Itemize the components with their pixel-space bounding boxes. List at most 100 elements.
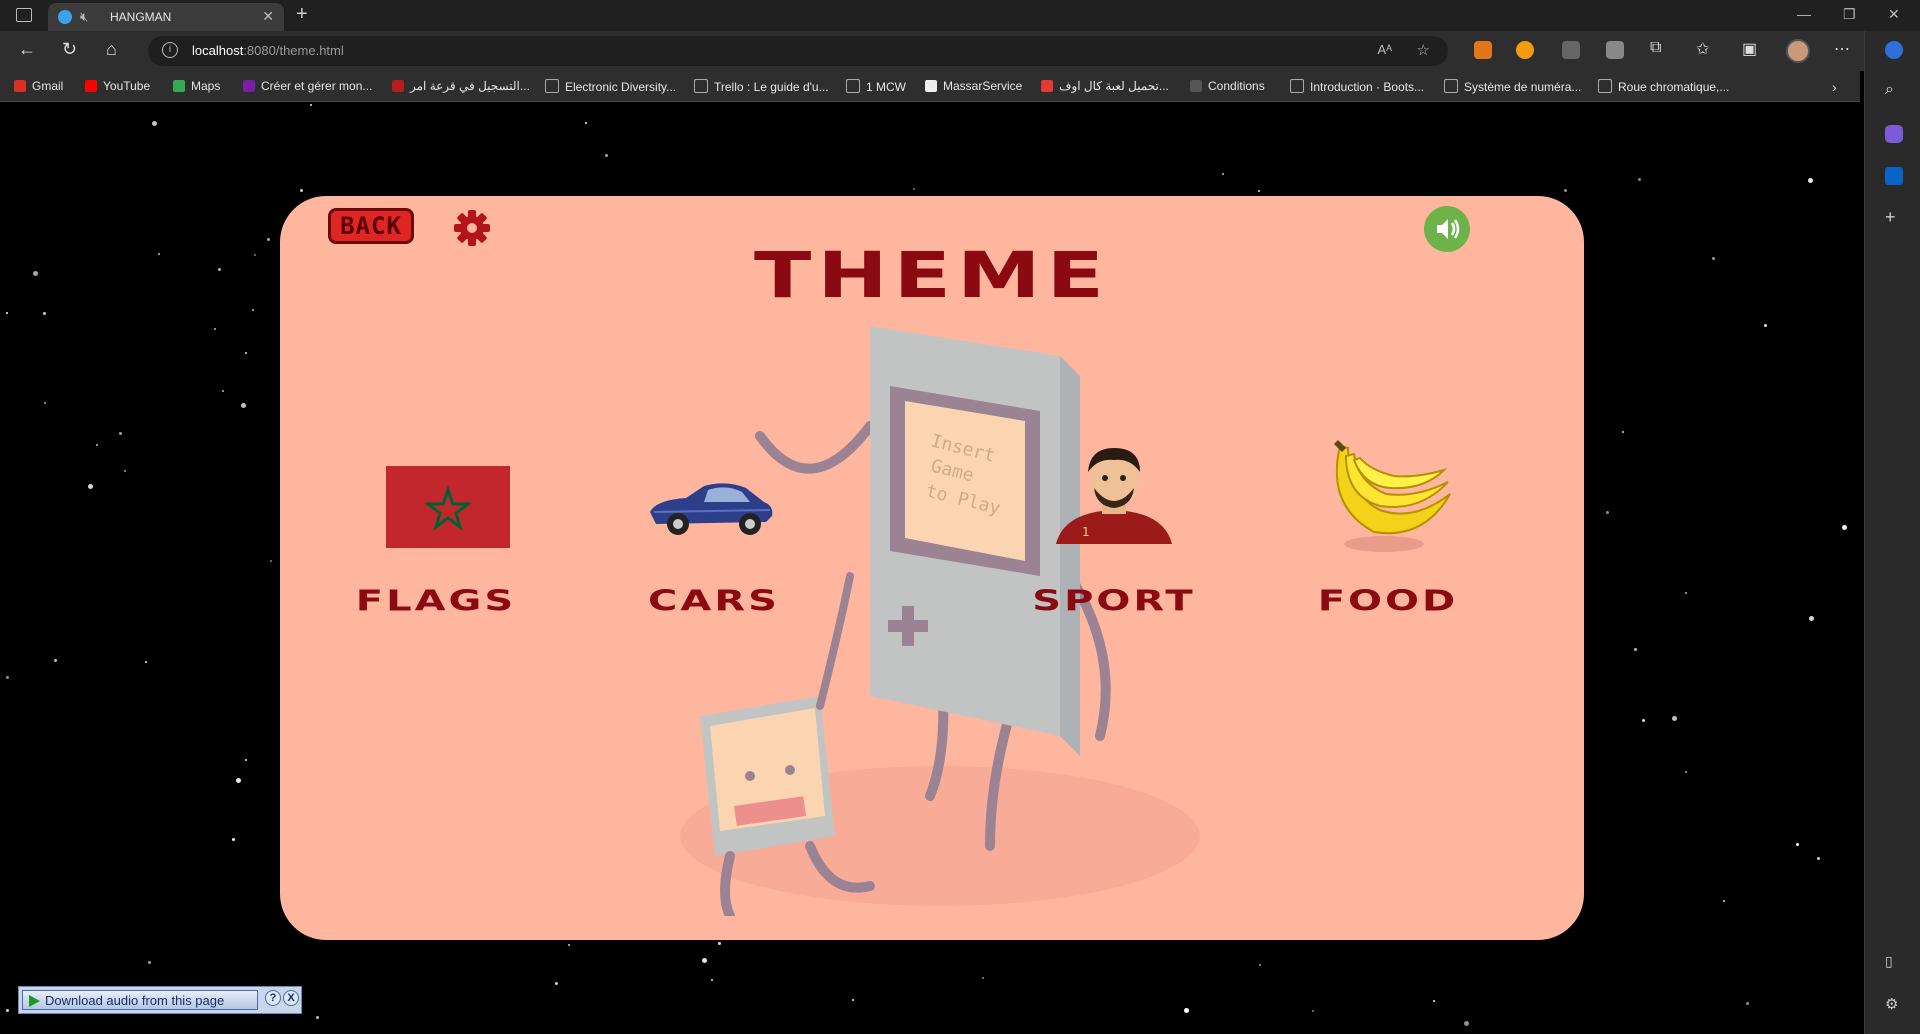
star: [218, 268, 221, 271]
star: [1642, 719, 1645, 722]
download-audio-label: Download audio from this page: [45, 993, 225, 1008]
window-close-icon[interactable]: ✕: [1888, 6, 1900, 23]
tab-close-icon[interactable]: ✕: [262, 8, 274, 25]
bookmark-call-of[interactable]: تحميل لعبة كال اوف...: [1041, 79, 1169, 93]
star: [54, 659, 57, 662]
star: [270, 560, 272, 562]
star: [1672, 716, 1677, 721]
car-icon: [650, 483, 773, 535]
star: [1564, 189, 1567, 192]
bookmark-numeration[interactable]: Système de numéra...: [1444, 79, 1581, 94]
help-icon[interactable]: ?: [265, 990, 281, 1006]
bookmark-creer[interactable]: Créer et gérer mon...: [243, 79, 372, 93]
eagle-icon: [392, 80, 404, 92]
url-text: localhost:8080/theme.html: [192, 43, 344, 58]
browser-tab[interactable]: 🔇︎ HANGMAN ✕: [48, 3, 284, 31]
star: [6, 676, 9, 679]
home-icon[interactable]: ⌂: [106, 39, 117, 60]
star: [1685, 771, 1687, 773]
favorite-star-icon[interactable]: ☆: [1417, 41, 1430, 59]
refresh-icon[interactable]: ↻: [62, 39, 77, 60]
back-nav-icon[interactable]: ←: [18, 39, 36, 60]
sidebar-settings-icon[interactable]: ⚙: [1885, 995, 1903, 1013]
bookmark-lottery[interactable]: التسجيل في قرعة امر...: [392, 79, 530, 93]
star: [43, 312, 46, 315]
address-toolbar: ← ↻ ⌂ i localhost:8080/theme.html Aᴬ ☆ ⧉…: [0, 31, 1920, 71]
extension-orange-icon[interactable]: [1516, 41, 1534, 59]
play-icon: [29, 995, 40, 1007]
new-tab-icon[interactable]: +: [296, 3, 308, 26]
bookmark-gmail[interactable]: Gmail: [14, 79, 63, 93]
bookmark-youtube[interactable]: YouTube: [85, 79, 150, 93]
footballer-icon: 1: [1056, 448, 1172, 544]
star: [1685, 592, 1687, 594]
star: [1638, 178, 1641, 181]
star: [1764, 324, 1767, 327]
collections-icon[interactable]: ▣: [1742, 39, 1757, 59]
bookmark-massar[interactable]: MassarService: [925, 79, 1022, 93]
download-audio-button[interactable]: Download audio from this page: [22, 990, 258, 1010]
minimize-icon[interactable]: —: [1797, 6, 1811, 22]
bing-icon[interactable]: [1885, 41, 1903, 59]
extension-gray-icon[interactable]: [1562, 41, 1580, 59]
profile-avatar[interactable]: [1786, 39, 1810, 63]
star: [913, 188, 915, 190]
bookmark-electronic-diversity[interactable]: Electronic Diversity...: [545, 79, 676, 94]
star: [245, 759, 247, 761]
tab-actions-icon[interactable]: [16, 8, 32, 22]
bookmarks-overflow-chevron-icon[interactable]: ›: [1832, 79, 1837, 95]
star: [702, 958, 707, 963]
star: [310, 104, 312, 106]
star: [267, 238, 270, 241]
morocco-flag-icon: [386, 466, 510, 548]
address-bar[interactable]: i localhost:8080/theme.html Aᴬ ☆: [148, 36, 1448, 66]
star: [1634, 648, 1637, 651]
bookmark-roue-chromatique[interactable]: Roue chromatique,...: [1598, 79, 1729, 94]
tab-title: HANGMAN: [110, 10, 172, 24]
star: [158, 253, 160, 255]
massar-icon: [925, 80, 937, 92]
star: [1258, 190, 1260, 192]
jersey-number: 1: [1082, 525, 1090, 539]
star: [214, 328, 216, 330]
bookmark-bootstrap[interactable]: Introduction · Boots...: [1290, 79, 1424, 94]
page-icon: [1598, 79, 1612, 93]
page-icon: [545, 79, 559, 93]
sidebar-app-icon[interactable]: [1885, 125, 1903, 143]
star: [711, 979, 713, 981]
bookmarks-bar: Gmail YouTube Maps Créer et gérer mon...…: [0, 71, 1860, 102]
theme-cars-label: CARS: [648, 584, 780, 618]
tab-mute-icon[interactable]: 🔇︎: [80, 9, 88, 25]
page-icon: [1444, 79, 1458, 93]
metamask-extension-icon[interactable]: [1474, 41, 1492, 59]
page-viewport: BACK THEME Insert Game to Play FLAGS CAR…: [0, 102, 1864, 1034]
star: [300, 189, 303, 192]
bookmark-conditions[interactable]: Conditions: [1190, 79, 1265, 93]
star: [605, 154, 608, 157]
bookmark-mcw[interactable]: 1 MCW: [846, 79, 906, 94]
favorites-icon[interactable]: ✩: [1696, 39, 1709, 59]
edge-sidebar: ⌕ + ▯ ⚙: [1864, 31, 1920, 1034]
sidebar-add-icon[interactable]: +: [1885, 207, 1903, 227]
sidebar-search-icon[interactable]: ⌕: [1885, 81, 1903, 99]
close-toolbar-icon[interactable]: X: [283, 990, 299, 1006]
bookmark-maps[interactable]: Maps: [173, 79, 220, 93]
star: [1712, 257, 1715, 260]
restore-icon[interactable]: ❐: [1843, 6, 1856, 23]
extensions-puzzle-icon[interactable]: ⧉: [1650, 39, 1661, 57]
extension-a-icon[interactable]: [1606, 41, 1624, 59]
star: [1723, 900, 1725, 902]
star: [1312, 1010, 1314, 1012]
star: [222, 390, 224, 392]
banana-icon: [1334, 440, 1451, 552]
read-aloud-icon[interactable]: Aᴬ: [1377, 42, 1392, 57]
outlook-icon[interactable]: [1885, 167, 1903, 185]
bookmark-trello[interactable]: Trello : Le guide d'u...: [694, 79, 829, 94]
more-menu-icon[interactable]: ⋯: [1834, 39, 1850, 59]
star: [148, 961, 151, 964]
tab-favicon-icon: [58, 10, 72, 24]
star: [124, 470, 126, 472]
sidebar-collapse-icon[interactable]: ▯: [1885, 953, 1903, 971]
site-info-icon[interactable]: i: [162, 42, 178, 58]
star: [1433, 1000, 1435, 1002]
